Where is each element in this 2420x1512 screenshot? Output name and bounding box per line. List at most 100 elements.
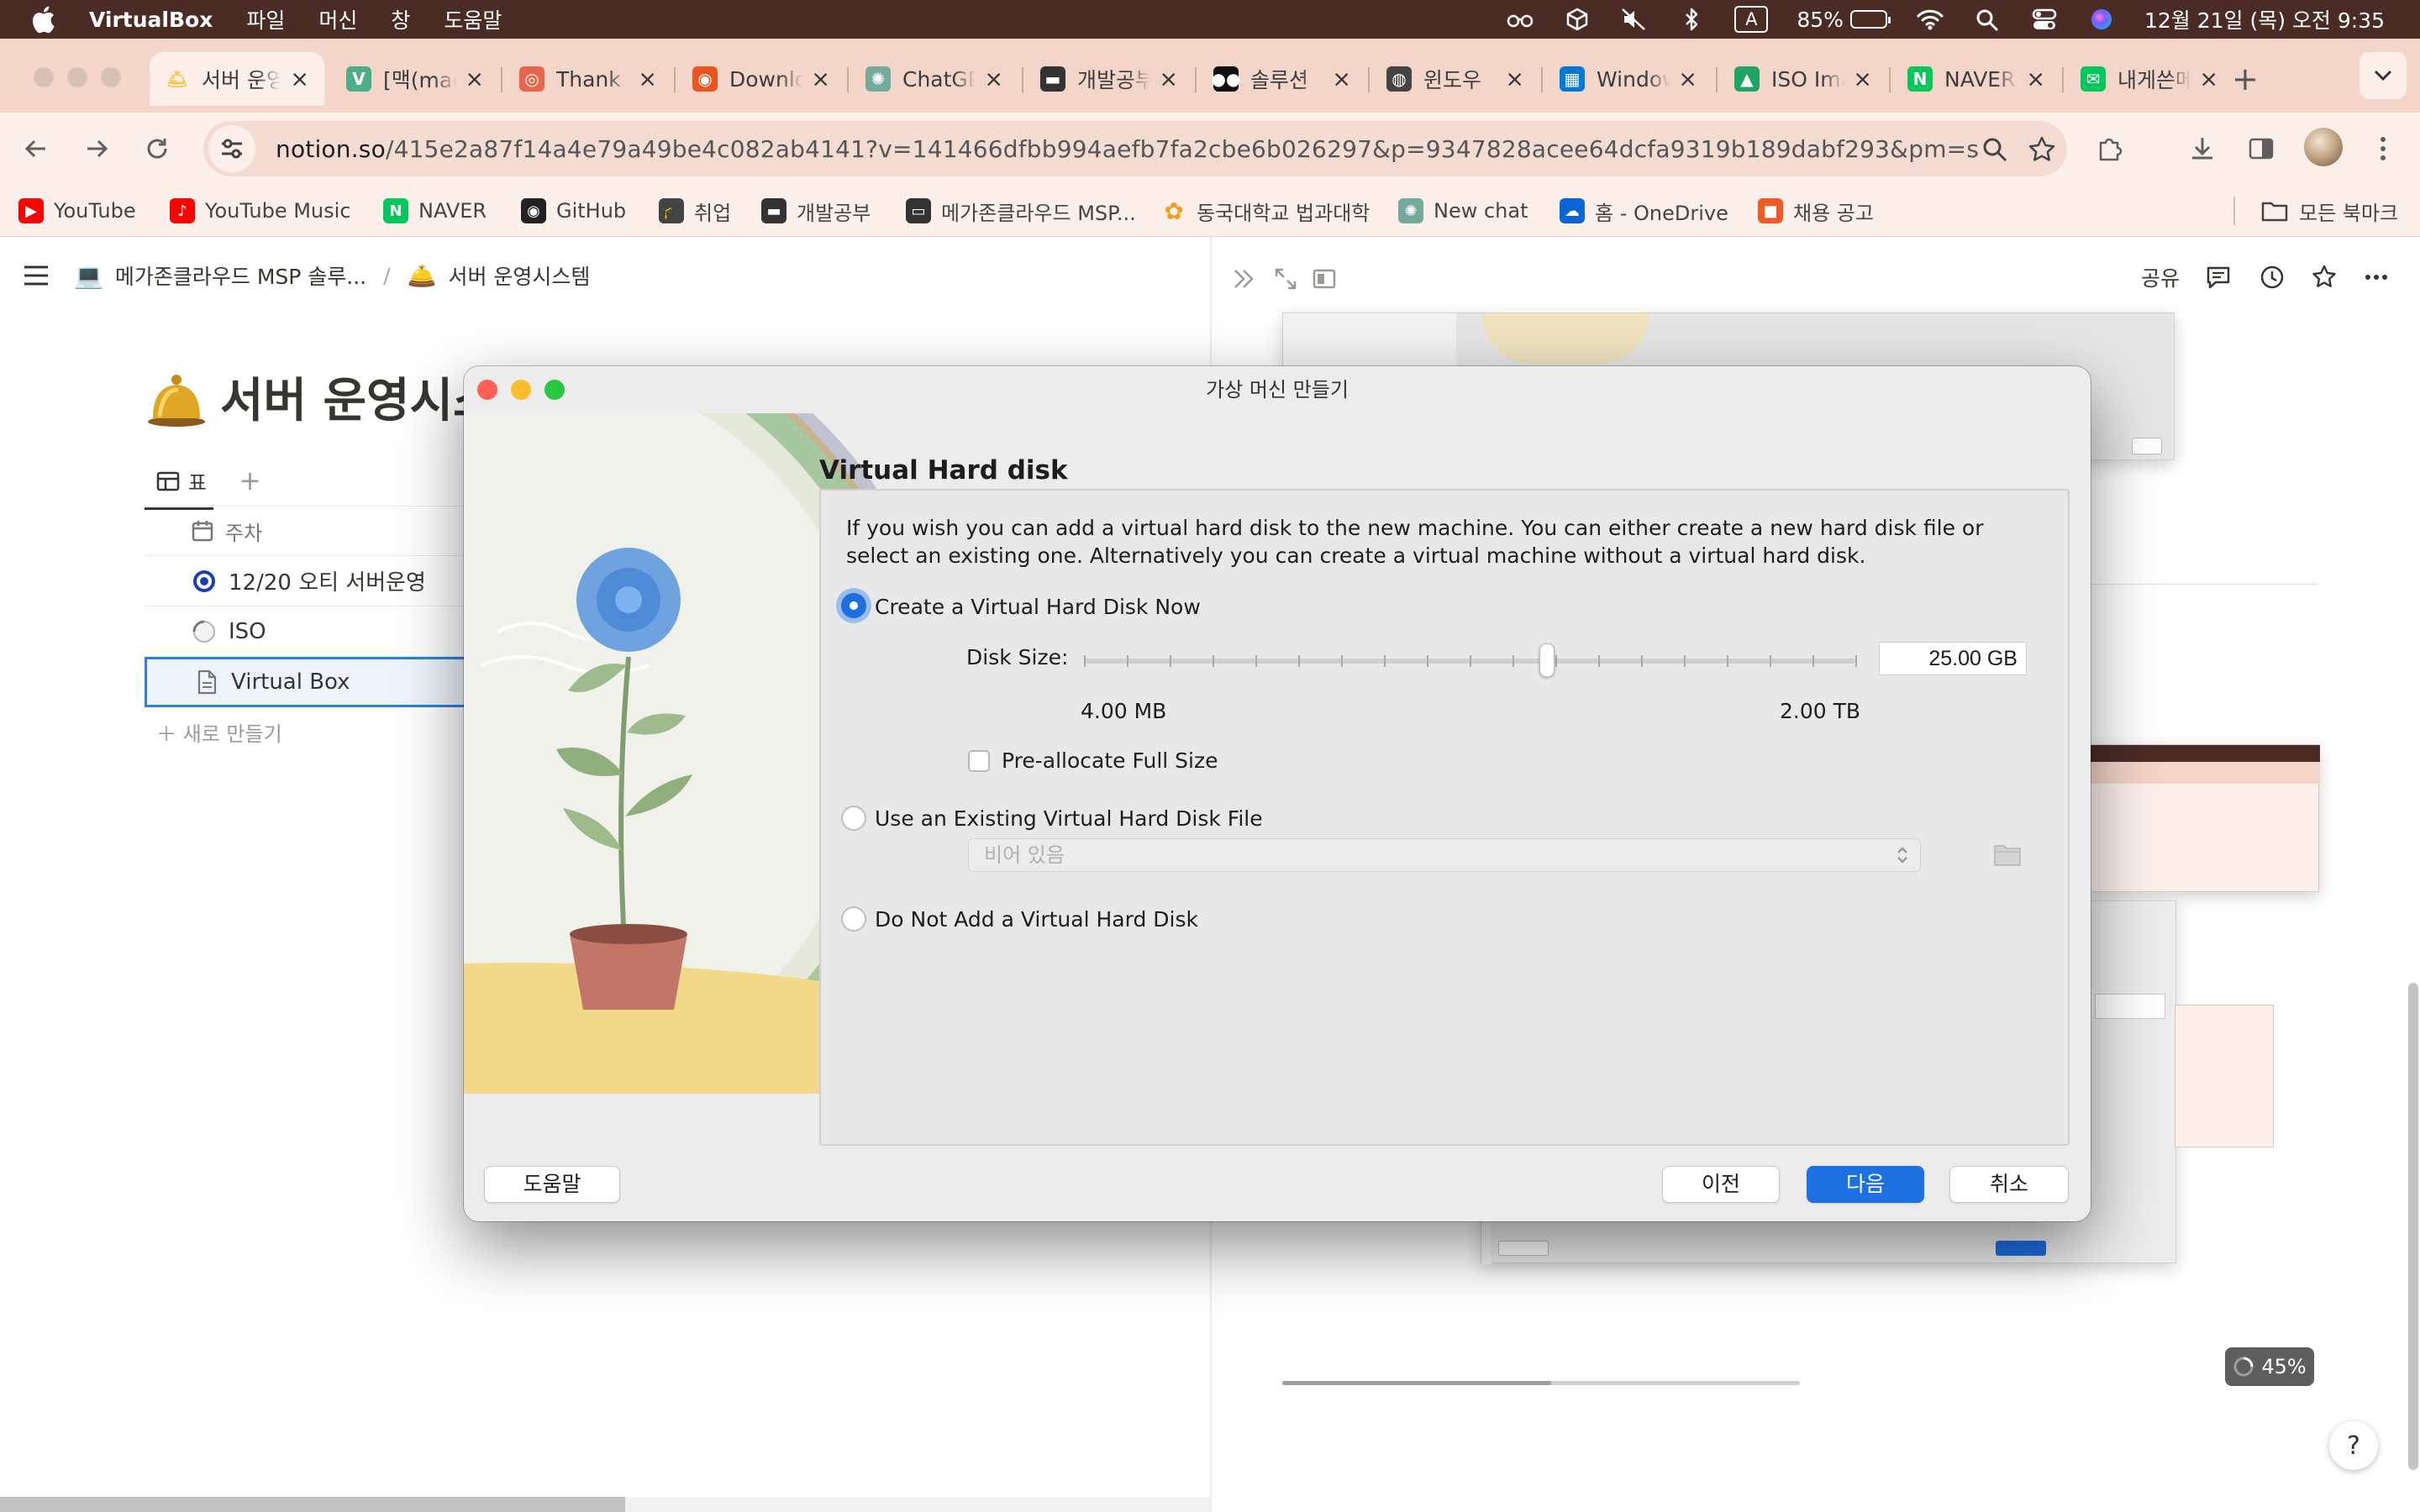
radio-create-disk[interactable]: [841, 593, 866, 618]
menu-window[interactable]: 창: [391, 4, 410, 34]
bookmark-item[interactable]: ✿ 동국대학교 법과대학: [1161, 195, 1370, 227]
bookmark-item[interactable]: ◉ GitHub: [521, 195, 626, 227]
bookmark-item[interactable]: ■ 채용 공고: [1758, 195, 1874, 227]
more-horizontal-icon[interactable]: [2363, 264, 2390, 291]
bell-icon[interactable]: [145, 368, 208, 432]
window-close-button[interactable]: [34, 67, 54, 87]
tab-1[interactable]: 🛎 서버 운영시스템 ×: [150, 52, 324, 106]
panel-mode-icon[interactable]: [1311, 265, 1338, 292]
menu-hamburger-icon[interactable]: [22, 264, 50, 287]
existing-disk-label[interactable]: Use an Existing Virtual Hard Disk File: [875, 806, 1263, 831]
tab-close-icon[interactable]: ×: [638, 66, 657, 92]
window-minimize-button[interactable]: [67, 67, 87, 87]
tab-close-icon[interactable]: ×: [811, 66, 830, 92]
share-button[interactable]: 공유: [2141, 262, 2180, 292]
comment-icon[interactable]: [2205, 264, 2232, 291]
help-button[interactable]: 도움말: [484, 1166, 620, 1203]
preallocate-checkbox[interactable]: Pre-allocate Full Size: [968, 748, 1218, 773]
tab-9[interactable]: ▦ Windows ×: [1544, 52, 1712, 106]
expand-icon[interactable]: [1272, 265, 1299, 292]
page-title[interactable]: 서버 운영시스: [220, 363, 497, 431]
dialog-zoom-button[interactable]: [544, 380, 565, 400]
bookmark-item[interactable]: ♪ YouTube Music: [170, 195, 351, 227]
cancel-button[interactable]: 취소: [1949, 1166, 2069, 1203]
tab-close-icon[interactable]: ×: [1853, 66, 1872, 92]
dialog-close-button[interactable]: [477, 380, 497, 400]
zoom-search-icon[interactable]: [1980, 134, 2010, 165]
favorite-star-icon[interactable]: [2311, 264, 2338, 291]
tab-10[interactable]: ▲ ISO Image ×: [1719, 52, 1887, 106]
bluetooth-icon[interactable]: [1677, 7, 1706, 32]
spotlight-search-icon[interactable]: [1973, 7, 2002, 32]
extensions-button[interactable]: [2092, 131, 2128, 166]
new-tab-button[interactable]: +: [2232, 60, 2259, 97]
tab-close-icon[interactable]: ×: [984, 66, 1003, 92]
glasses-icon[interactable]: [1506, 7, 1534, 32]
dialog-minimize-button[interactable]: [511, 380, 531, 400]
side-panel-button[interactable]: [2244, 131, 2279, 166]
tab-close-icon[interactable]: ×: [1159, 66, 1178, 92]
add-view-button[interactable]: +: [239, 465, 261, 496]
window-zoom-button[interactable]: [101, 67, 121, 87]
keyboard-input-icon[interactable]: A: [1734, 6, 1769, 33]
disk-size-input[interactable]: [1879, 642, 2027, 675]
tab-search-button[interactable]: [2360, 52, 2407, 99]
box-icon[interactable]: [1563, 7, 1591, 32]
view-tab-table[interactable]: 표: [145, 466, 214, 510]
downloads-button[interactable]: [2185, 131, 2220, 166]
tab-close-icon[interactable]: ×: [290, 66, 309, 92]
menu-machine[interactable]: 머신: [318, 4, 357, 34]
checkbox-box[interactable]: [968, 749, 990, 772]
scrollbar-thumb[interactable]: [0, 1497, 625, 1512]
back-button[interactable]: [18, 131, 54, 166]
radio-existing-disk[interactable]: [841, 806, 866, 831]
mute-icon[interactable]: [1620, 7, 1649, 32]
apple-logo-icon[interactable]: [30, 5, 55, 34]
new-row-button[interactable]: ＋ 새로 만들기: [156, 717, 282, 747]
reload-button[interactable]: [139, 131, 175, 166]
folder-open-icon[interactable]: [1993, 842, 2022, 867]
slider-thumb[interactable]: [1539, 643, 1555, 677]
chrome-menu-button[interactable]: [2365, 131, 2401, 166]
double-chevron-right-icon[interactable]: [1230, 265, 1257, 292]
tab-close-icon[interactable]: ×: [1332, 66, 1351, 92]
forward-button[interactable]: [79, 131, 114, 166]
address-bar[interactable]: notion.so/415e2a87f14a4e79a49be4c082ab41…: [203, 121, 2067, 176]
scrollbar-thumb[interactable]: [1282, 1381, 1551, 1385]
url-text[interactable]: notion.so/415e2a87f14a4e79a49be4c082ab41…: [276, 135, 1979, 163]
next-button[interactable]: 다음: [1807, 1166, 1924, 1203]
horizontal-scrollbar[interactable]: [0, 1497, 1210, 1512]
disk-size-slider[interactable]: [1084, 643, 1857, 677]
profile-avatar[interactable]: [2304, 128, 2343, 166]
tab-2[interactable]: V [맥(macOS) ×: [331, 52, 499, 106]
breadcrumb-parent[interactable]: 메가존클라우드 MSP 솔루...: [115, 260, 366, 291]
help-button[interactable]: ?: [2329, 1421, 2378, 1470]
tab-close-icon[interactable]: ×: [2026, 66, 2045, 92]
menu-help[interactable]: 도움말: [444, 4, 502, 34]
site-info-button[interactable]: [208, 125, 255, 172]
siri-icon[interactable]: [2087, 7, 2116, 32]
tab-close-icon[interactable]: ×: [1505, 66, 1524, 92]
menu-file[interactable]: 파일: [246, 4, 285, 34]
tab-12[interactable]: ✉ 내게쓴메일 ×: [2065, 52, 2233, 106]
tab-7[interactable]: ●● 솔루션 ×: [1198, 52, 1366, 106]
image-scrollbar[interactable]: [1282, 1381, 1800, 1385]
breadcrumb-current[interactable]: 서버 운영시스템: [448, 260, 590, 291]
create-disk-label[interactable]: Create a Virtual Hard Disk Now: [875, 595, 1201, 619]
back-button[interactable]: 이전: [1662, 1166, 1780, 1203]
vertical-scrollbar[interactable]: [2408, 983, 2418, 1470]
wifi-icon[interactable]: [1916, 7, 1944, 32]
tab-5[interactable]: ✺ ChatGPT ×: [850, 52, 1018, 106]
existing-disk-select[interactable]: 비어 있음: [968, 838, 1921, 872]
bookmark-item[interactable]: 🎓 취업: [659, 195, 731, 227]
bookmark-item[interactable]: ✺ New chat: [1398, 195, 1528, 227]
bookmark-item[interactable]: ▭ 메가존클라우드 MSP...: [906, 195, 1136, 227]
tab-4[interactable]: ◉ Download ×: [677, 52, 845, 106]
bookmark-item[interactable]: N NAVER: [383, 195, 487, 227]
bookmark-item[interactable]: ▬ 개발공부: [761, 195, 871, 227]
control-center-icon[interactable]: [2030, 7, 2059, 32]
tab-close-icon[interactable]: ×: [465, 66, 484, 92]
menubar-clock[interactable]: 12월 21일 (목) 오전 9:35: [2144, 4, 2385, 34]
no-disk-label[interactable]: Do Not Add a Virtual Hard Disk: [875, 907, 1198, 932]
tab-8[interactable]: ◍ 윈도우 ×: [1371, 52, 1539, 106]
